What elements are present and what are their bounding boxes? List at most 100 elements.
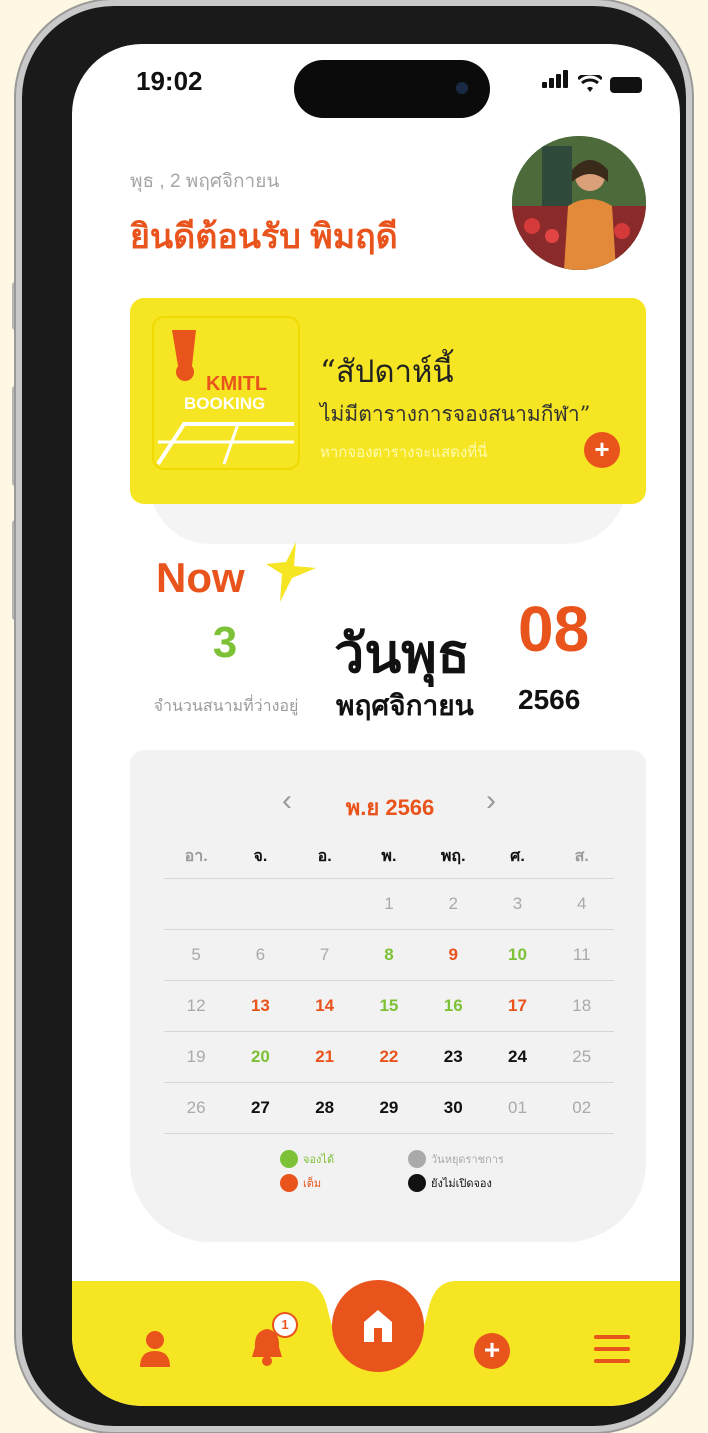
month-name: พฤศจิกายน (336, 690, 474, 721)
legend-holiday-label: วันหยุดราชการ (431, 1154, 504, 1166)
add-booking-button[interactable]: + (584, 432, 620, 468)
calendar-day[interactable]: 22 (357, 1047, 421, 1067)
add-icon[interactable]: + (474, 1333, 510, 1369)
legend-full-label: เต็ม (303, 1178, 322, 1190)
calendar-day[interactable]: 16 (421, 996, 485, 1016)
calendar-day[interactable]: 19 (164, 1047, 228, 1067)
calendar-day[interactable]: 18 (550, 996, 614, 1016)
weekday-label: อา. (184, 847, 208, 865)
calendar-week-row: 5 6 7 8 9 10 11 (164, 930, 614, 981)
dynamic-island (294, 60, 490, 118)
calendar-day[interactable]: 11 (550, 945, 614, 965)
calendar-day[interactable]: 29 (357, 1098, 421, 1118)
logo-line2: BOOKING (184, 394, 266, 413)
calendar-day[interactable]: 26 (164, 1098, 228, 1118)
calendar-day[interactable]: 17 (485, 996, 549, 1016)
calendar-week-row: 19 20 21 22 23 24 25 (164, 1032, 614, 1083)
star-icon (266, 542, 316, 602)
mute-switch (12, 282, 20, 330)
calendar-day[interactable]: 24 (485, 1047, 549, 1067)
legend-available-label: จองได้ (303, 1154, 335, 1166)
promo-title: “สัปดาห์นี้ (320, 354, 454, 390)
calendar-day[interactable]: 13 (228, 996, 292, 1016)
calendar-day[interactable]: 30 (421, 1098, 485, 1118)
home-icon (364, 1310, 392, 1342)
kmitl-booking-logo: KMITL BOOKING (154, 318, 298, 468)
weekday-label: พฤ. (440, 847, 466, 865)
free-court-label: จำนวนสนามที่ว่างอยู่ (153, 698, 299, 715)
welcome-title: ยินดีต้อนรับ พิมฤดี (130, 218, 398, 256)
weekday-label: พ. (381, 847, 397, 865)
calendar: ‹ พ.ย 2566 › อา. จ. อ. พ. พฤ. ศ. ส. 1 2 3 4 5 6 7 8 9 10… (130, 750, 646, 1242)
calendar-day[interactable]: 01 (485, 1098, 549, 1118)
calendar-day[interactable]: 14 (293, 996, 357, 1016)
now-label: Now (156, 554, 245, 601)
calendar-week-row: 1234 (164, 879, 614, 930)
weekday-label: ส. (574, 847, 589, 865)
status-time: 19:02 (136, 66, 203, 96)
home-button[interactable] (332, 1280, 424, 1372)
camera-dot (456, 82, 468, 94)
legend-available: จองได้ (280, 1150, 334, 1168)
calendar-day[interactable]: 21 (293, 1047, 357, 1067)
promo-subtitle: ไม่มีตารางการจองสนามกีฬา” (320, 402, 591, 426)
legend-not-open-dot (408, 1174, 426, 1192)
promo-hint: หากจองตารางจะแสดงที่นี่ (320, 444, 488, 461)
weekday-label: จ. (253, 847, 268, 865)
notification-badge: 1 (272, 1312, 298, 1338)
calendar-week-row: 12 13 14 15 16 17 18 (164, 981, 614, 1032)
calendar-weekday-row: อา. จ. อ. พ. พฤ. ศ. ส. (164, 834, 614, 879)
avatar-photo (512, 136, 646, 270)
calendar-day[interactable]: 02 (550, 1098, 614, 1118)
chevron-left-icon[interactable]: ‹ (282, 786, 292, 816)
logo-text: KMITL BOOKING (184, 374, 267, 414)
weekday-label: ศ. (510, 847, 525, 865)
app-screen: 19:02 พุธ , 2 พฤศจิกายน ยินดีต้อนรับ พิม… (72, 44, 680, 1406)
calendar-day[interactable]: 4 (550, 894, 614, 914)
calendar-day[interactable]: 2 (421, 894, 485, 914)
calendar-day[interactable]: 7 (293, 945, 357, 965)
logo-line1: KMITL (206, 373, 268, 395)
court-lines-icon (156, 422, 294, 466)
weekday-label: อ. (317, 847, 332, 865)
calendar-day[interactable]: 20 (228, 1047, 292, 1067)
calendar-day[interactable]: 6 (228, 945, 292, 965)
legend-available-dot (280, 1150, 298, 1168)
battery-icon (610, 77, 642, 93)
calendar-month-label: พ.ย 2566 (345, 795, 435, 820)
legend-full-dot (280, 1174, 298, 1192)
calendar-day[interactable]: 27 (228, 1098, 292, 1118)
calendar-day[interactable]: 15 (357, 996, 421, 1016)
current-date: พุธ , 2 พฤศจิกายน (130, 171, 280, 192)
calendar-day[interactable]: 25 (550, 1047, 614, 1067)
legend-holiday: วันหยุดราชการ (408, 1150, 504, 1168)
calendar-day[interactable]: 3 (485, 894, 549, 914)
legend-not-open-label: ยังไม่เปิดจอง (431, 1178, 492, 1190)
status-icons (542, 70, 642, 93)
legend-not-open: ยังไม่เปิดจอง (408, 1174, 492, 1192)
signal-icon (542, 70, 570, 93)
calendar-day[interactable]: 9 (421, 945, 485, 965)
calendar-day[interactable]: 23 (421, 1047, 485, 1067)
menu-icon[interactable] (594, 1335, 630, 1363)
calendar-header: ‹ พ.ย 2566 › (130, 786, 646, 821)
calendar-day[interactable]: 1 (357, 894, 421, 914)
calendar-legend: จองได้ เต็ม วันหยุดราชการ ยังไม่เปิดจอง (280, 1150, 540, 1200)
calendar-day[interactable]: 28 (293, 1098, 357, 1118)
avatar[interactable] (512, 136, 646, 270)
year-number: 2566 (518, 684, 581, 715)
volume-down-button (12, 520, 20, 620)
legend-full: เต็ม (280, 1174, 321, 1192)
day-number: 08 (518, 593, 590, 665)
volume-up-button (12, 386, 20, 486)
calendar-day[interactable]: 8 (357, 945, 421, 965)
profile-icon[interactable] (140, 1331, 170, 1367)
calendar-day[interactable]: 5 (164, 945, 228, 965)
chevron-right-icon[interactable]: › (486, 786, 496, 816)
calendar-grid: อา. จ. อ. พ. พฤ. ศ. ส. 1 2 3 4 5 6 7 8 9 10 11 12 13 14 15 16 1… (164, 834, 614, 1134)
promo-card[interactable]: KMITL BOOKING “สัปดาห์นี้ ไม่มีตารางการจ… (130, 298, 646, 504)
calendar-day[interactable]: 10 (485, 945, 549, 965)
phone-frame: 19:02 พุธ , 2 พฤศจิกายน ยินดีต้อนรับ พิม… (22, 6, 686, 1426)
wifi-icon (578, 75, 602, 92)
calendar-day[interactable]: 12 (164, 996, 228, 1016)
